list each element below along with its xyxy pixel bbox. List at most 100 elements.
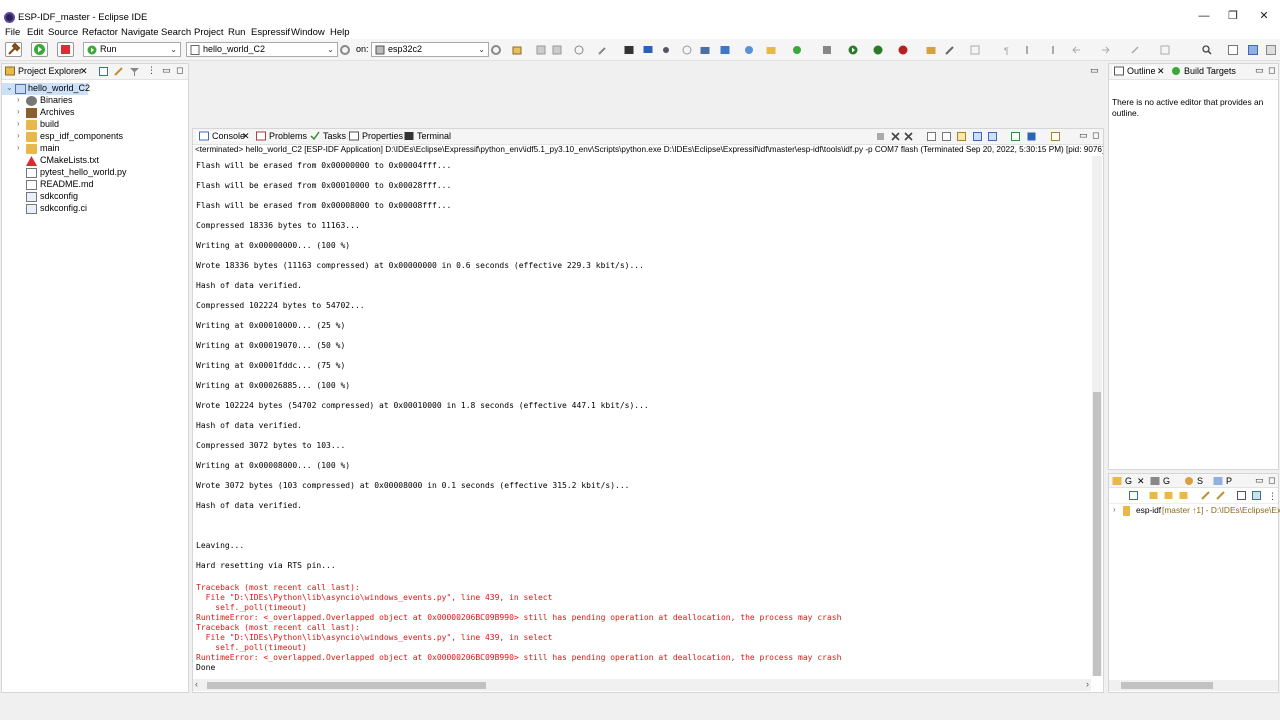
debug-config-icon[interactable] xyxy=(720,45,730,55)
maximize-view-icon[interactable]: ◻ xyxy=(1268,65,1275,76)
menu-espressif[interactable]: Espressif xyxy=(251,27,290,38)
tab-outline[interactable]: Outline xyxy=(1112,66,1158,76)
minimize-view-icon[interactable]: ▭ xyxy=(1090,65,1099,76)
tab-problems[interactable]: Problems xyxy=(256,131,307,141)
view-menu-icon[interactable]: ⋮ xyxy=(147,65,156,76)
tab-build-targets[interactable]: Build Targets xyxy=(1171,66,1236,76)
external-tools-icon[interactable] xyxy=(873,45,883,55)
run-last-icon[interactable] xyxy=(848,45,858,55)
close-icon[interactable]: ✕ xyxy=(80,66,88,77)
prev-annotation-icon[interactable] xyxy=(1048,45,1058,55)
chevron-down-icon[interactable]: ⌄ xyxy=(6,83,13,92)
link-editor-icon[interactable] xyxy=(1201,491,1210,500)
maximize-view-icon[interactable]: ◻ xyxy=(176,65,183,76)
maximize-view-icon[interactable]: ◻ xyxy=(1092,130,1099,141)
tree-item-main[interactable]: › main xyxy=(2,143,188,155)
tab-git-properties[interactable]: P xyxy=(1213,476,1232,486)
scrollbar-thumb[interactable] xyxy=(1121,682,1213,689)
new-icon[interactable] xyxy=(512,45,522,55)
chevron-right-icon[interactable]: › xyxy=(17,119,20,128)
menu-refactor[interactable]: Refactor xyxy=(82,27,118,38)
tree-item-readme[interactable]: README.md xyxy=(2,179,188,191)
tree-item-build[interactable]: › build xyxy=(2,119,188,131)
show-on-output-icon[interactable] xyxy=(973,132,982,141)
close-button[interactable]: ✕ xyxy=(1250,6,1278,26)
stop-button[interactable] xyxy=(57,42,74,57)
filter-icon[interactable] xyxy=(1216,491,1225,500)
perspective-icon[interactable] xyxy=(1228,45,1238,55)
close-icon[interactable]: ✕ xyxy=(242,131,250,142)
scroll-lock-icon[interactable] xyxy=(942,132,951,141)
tree-item-cmakelists[interactable]: CMakeLists.txt xyxy=(2,155,188,167)
word-wrap-icon[interactable] xyxy=(957,132,966,141)
tab-project-explorer[interactable]: Project Explorer xyxy=(5,66,82,76)
open-type-icon[interactable] xyxy=(926,45,936,55)
menu-navigate[interactable]: Navigate xyxy=(121,27,159,38)
tab-properties[interactable]: Properties xyxy=(349,131,403,141)
back-icon[interactable] xyxy=(1072,45,1082,55)
collapse-all-icon[interactable] xyxy=(99,67,108,76)
close-icon[interactable]: ✕ xyxy=(1157,66,1165,77)
monitor-icon[interactable] xyxy=(643,45,653,55)
tree-item-sdkconfig[interactable]: sdkconfig xyxy=(2,191,188,203)
chevron-right-icon[interactable]: › xyxy=(17,131,20,140)
cpp-perspective-icon[interactable] xyxy=(1248,45,1258,55)
add-repo-icon[interactable] xyxy=(1149,491,1158,500)
search-icon[interactable] xyxy=(1202,45,1212,55)
tab-terminal[interactable]: Terminal xyxy=(404,131,451,141)
tools-icon[interactable] xyxy=(598,45,608,55)
tab-git-repositories[interactable]: G xyxy=(1112,476,1132,486)
filter-icon[interactable] xyxy=(130,67,139,76)
new-class-icon[interactable] xyxy=(744,45,754,55)
debug-last-icon[interactable] xyxy=(898,45,908,55)
remove-launch-icon[interactable] xyxy=(891,132,900,141)
maximize-button[interactable]: ❐ xyxy=(1219,6,1247,26)
console-output[interactable]: Flash will be erased from 0x00000000 to … xyxy=(196,155,1089,676)
chevron-right-icon[interactable]: › xyxy=(17,143,20,152)
toggle-mark-icon[interactable] xyxy=(970,45,980,55)
remove-all-icon[interactable] xyxy=(904,132,913,141)
show-on-error-icon[interactable] xyxy=(988,132,997,141)
terminate-icon[interactable] xyxy=(876,132,885,141)
display-console-icon[interactable] xyxy=(1027,132,1036,141)
terminal-icon[interactable] xyxy=(624,45,634,55)
tab-git-staging[interactable]: G xyxy=(1150,476,1170,486)
chevron-right-icon[interactable]: › xyxy=(17,95,20,104)
debug-perspective-icon[interactable] xyxy=(1266,45,1276,55)
save-all-icon[interactable] xyxy=(552,45,562,55)
maximize-view-icon[interactable]: ◻ xyxy=(1268,475,1275,486)
git-repo-item[interactable]: › esp-idf [master ↑1] - D:\IDEs\Eclipse\… xyxy=(1109,505,1280,517)
close-icon[interactable]: ✕ xyxy=(1137,476,1145,487)
new-folder-icon[interactable] xyxy=(766,45,776,55)
scroll-left-icon[interactable]: ‹ xyxy=(195,679,198,689)
tab-tasks[interactable]: Tasks xyxy=(310,131,346,141)
target-select[interactable]: esp32c2 ⌄ xyxy=(371,42,489,57)
pilcrow-icon[interactable]: ¶ xyxy=(1002,45,1012,55)
menu-search[interactable]: Search xyxy=(161,27,191,38)
tree-item-archives[interactable]: › Archives xyxy=(2,107,188,119)
scrollbar-thumb[interactable] xyxy=(207,682,486,689)
launch-config-select[interactable]: hello_world_C2 ⌄ xyxy=(186,42,338,57)
minimize-view-icon[interactable]: ▭ xyxy=(1255,65,1264,76)
pen-icon[interactable] xyxy=(945,45,955,55)
link-editor-icon[interactable] xyxy=(114,67,123,76)
menu-edit[interactable]: Edit xyxy=(27,27,43,38)
minimize-view-icon[interactable]: ▭ xyxy=(1255,475,1264,486)
briefcase-icon[interactable] xyxy=(700,45,710,55)
menu-help[interactable]: Help xyxy=(330,27,350,38)
view-menu-icon[interactable]: ⋮ xyxy=(1268,491,1277,502)
gear-icon[interactable] xyxy=(491,45,501,55)
refresh-icon[interactable] xyxy=(682,45,692,55)
minimize-view-icon[interactable]: ▭ xyxy=(1079,130,1088,141)
tree-item-binaries[interactable]: › Binaries xyxy=(2,95,188,107)
coverage-icon[interactable] xyxy=(792,45,802,55)
forward-icon[interactable] xyxy=(1100,45,1110,55)
create-repo-icon[interactable] xyxy=(1179,491,1188,500)
save-icon[interactable] xyxy=(536,45,546,55)
scrollbar-thumb[interactable] xyxy=(1093,392,1101,676)
tree-item-sdkconfig-ci[interactable]: sdkconfig.ci xyxy=(2,203,188,215)
console-horizontal-scrollbar[interactable]: ‹ › xyxy=(193,679,1091,691)
menu-source[interactable]: Source xyxy=(48,27,78,38)
launch-mode-select[interactable]: Run ⌄ xyxy=(83,42,181,57)
pin-console-icon[interactable] xyxy=(1011,132,1020,141)
